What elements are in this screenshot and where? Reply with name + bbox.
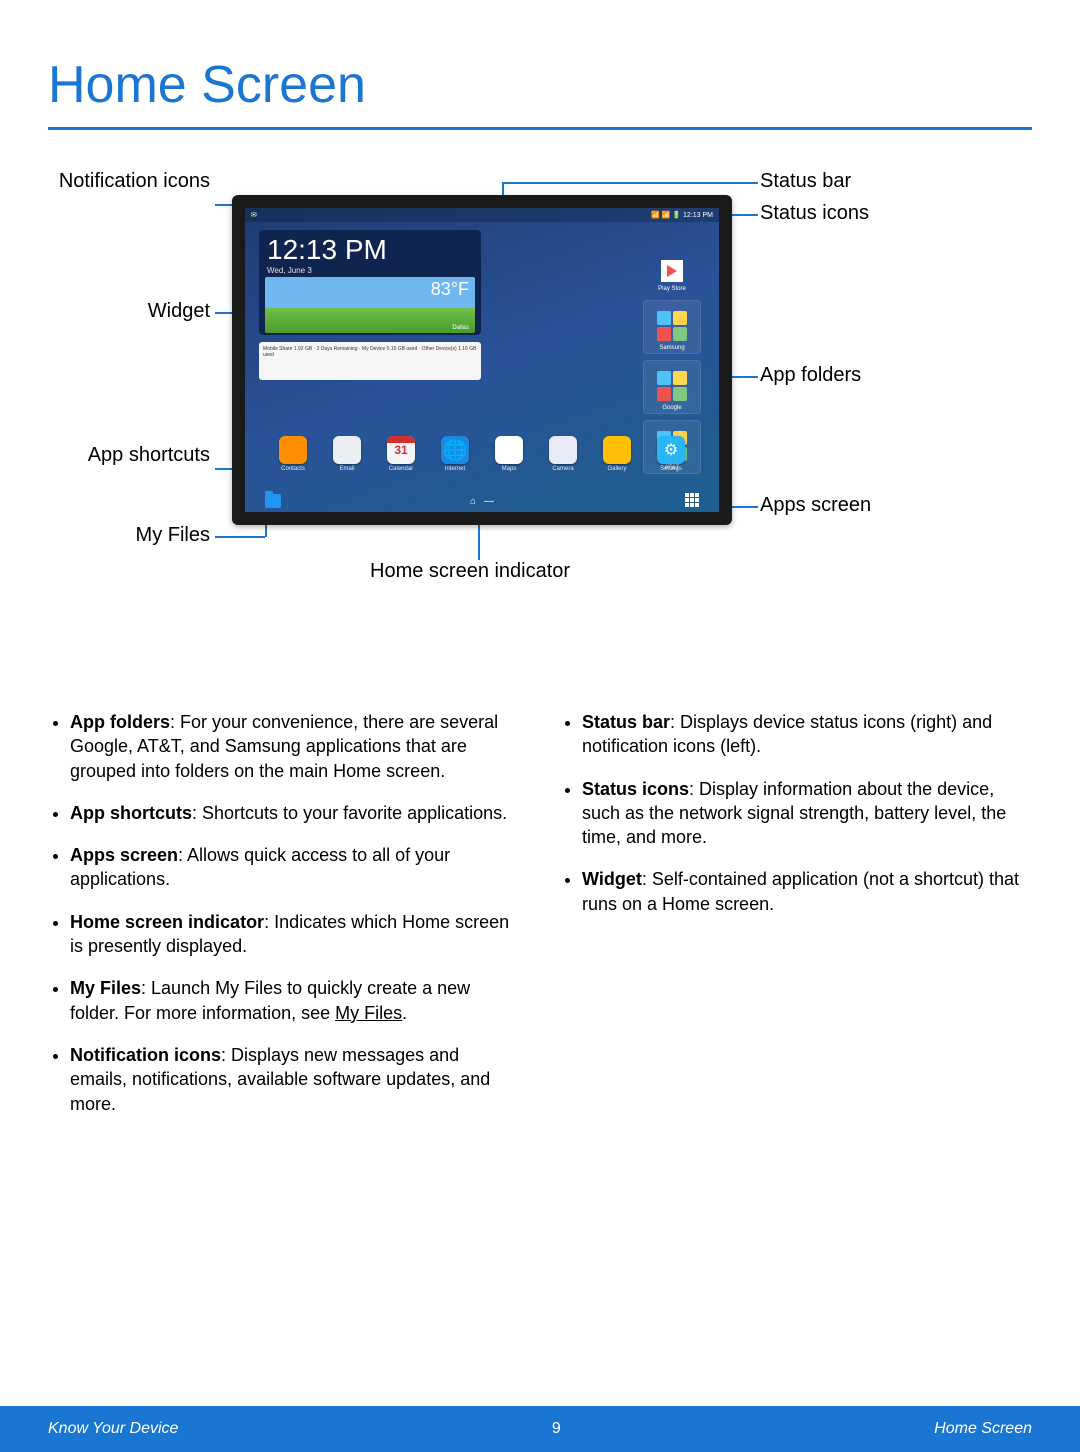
play-store-shortcut: Play Store bbox=[643, 248, 701, 294]
callout-status-bar: Status bar bbox=[760, 170, 851, 193]
widget-weather-image: 83°F Dallas bbox=[265, 277, 475, 333]
folder-icon bbox=[657, 311, 687, 341]
folder-label: Play Store bbox=[643, 286, 701, 292]
maps-shortcut: Maps bbox=[491, 436, 527, 486]
settings-shortcut: ⚙ Settings bbox=[653, 436, 689, 486]
google-folder: Google bbox=[643, 360, 701, 414]
dock-label: Email bbox=[339, 466, 354, 472]
apps-screen-icon bbox=[685, 493, 699, 507]
page-footer: Know Your Device 9 Home Screen bbox=[0, 1406, 1080, 1452]
right-column: Status bar: Displays device status icons… bbox=[560, 710, 1032, 1134]
folder-label: Google bbox=[644, 405, 700, 411]
folder-label: Samsung bbox=[644, 345, 700, 351]
gallery-icon bbox=[603, 436, 631, 464]
callout-notification-icons: Notification icons bbox=[40, 170, 210, 193]
callout-home-indicator: Home screen indicator bbox=[370, 560, 570, 583]
title-underline bbox=[48, 127, 1032, 130]
maps-icon bbox=[495, 436, 523, 464]
dock-label: Gallery bbox=[607, 466, 626, 472]
list-item: Home screen indicator: Indicates which H… bbox=[70, 910, 520, 959]
list-item: Status bar: Displays device status icons… bbox=[582, 710, 1032, 759]
status-icons-area: 📶 📶 🔋 12:13 PM bbox=[651, 211, 713, 219]
callout-my-files: My Files bbox=[40, 524, 210, 547]
camera-shortcut: Camera bbox=[545, 436, 581, 486]
list-item: App shortcuts: Shortcuts to your favorit… bbox=[70, 801, 520, 825]
dock-label: Calendar bbox=[389, 466, 413, 472]
nav-row: ⌂— bbox=[245, 490, 719, 512]
footer-left: Know Your Device bbox=[48, 1420, 178, 1438]
camera-icon bbox=[549, 436, 577, 464]
footer-right: Home Screen bbox=[934, 1420, 1032, 1438]
list-item: My Files: Launch My Files to quickly cre… bbox=[70, 976, 520, 1025]
page-title: Home Screen bbox=[48, 55, 1080, 115]
list-item: Widget: Self-contained application (not … bbox=[582, 867, 1032, 916]
folder-icon bbox=[657, 371, 687, 401]
gear-icon: ⚙ bbox=[657, 436, 685, 464]
notification-icons-area: ✉ bbox=[251, 211, 257, 219]
samsung-folder: Samsung bbox=[643, 300, 701, 354]
list-item: Status icons: Display information about … bbox=[582, 777, 1032, 850]
my-files-icon bbox=[265, 494, 281, 508]
calendar-icon: 31 bbox=[387, 436, 415, 464]
callout-apps-screen: Apps screen bbox=[760, 494, 871, 517]
leader-line bbox=[502, 182, 758, 184]
data-usage-widget: Mobile Share 1.92 GB · 2 Days Remaining … bbox=[259, 342, 481, 380]
callout-status-icons: Status icons bbox=[760, 202, 869, 225]
list-item: App folders: For your convenience, there… bbox=[70, 710, 520, 783]
email-icon bbox=[333, 436, 361, 464]
app-dock: Contacts Email 31 Calendar 🌐 Internet Maps… bbox=[269, 436, 695, 486]
page-number: 9 bbox=[552, 1420, 561, 1438]
play-store-icon bbox=[661, 260, 683, 282]
dock-label: Internet bbox=[445, 466, 465, 472]
globe-icon: 🌐 bbox=[441, 436, 469, 464]
dock-label: Contacts bbox=[281, 466, 305, 472]
dock-label: Maps bbox=[502, 466, 517, 472]
callout-app-shortcuts: App shortcuts bbox=[40, 444, 210, 467]
dock-label: Camera bbox=[552, 466, 573, 472]
dock-label: Settings bbox=[660, 466, 682, 472]
calendar-shortcut: 31 Calendar bbox=[383, 436, 419, 486]
tablet-screen: ✉ 📶 📶 🔋 12:13 PM 12:13 PM Wed, June 3 83… bbox=[245, 208, 719, 512]
tablet-frame: ✉ 📶 📶 🔋 12:13 PM 12:13 PM Wed, June 3 83… bbox=[232, 195, 732, 525]
widget-location: Dallas bbox=[452, 325, 469, 331]
contacts-icon bbox=[279, 436, 307, 464]
status-bar: ✉ 📶 📶 🔋 12:13 PM bbox=[245, 208, 719, 222]
contacts-shortcut: Contacts bbox=[275, 436, 311, 486]
home-indicator: ⌂— bbox=[470, 496, 494, 507]
callout-app-folders: App folders bbox=[760, 364, 861, 387]
email-shortcut: Email bbox=[329, 436, 365, 486]
widget-temp: 83°F bbox=[431, 279, 469, 300]
widget-time: 12:13 PM bbox=[267, 234, 473, 266]
left-column: App folders: For your convenience, there… bbox=[48, 710, 520, 1134]
home-screen-diagram: Notification icons Widget App shortcuts … bbox=[40, 170, 1040, 640]
internet-shortcut: 🌐 Internet bbox=[437, 436, 473, 486]
list-item: Apps screen: Allows quick access to all … bbox=[70, 843, 520, 892]
clock-weather-widget: 12:13 PM Wed, June 3 83°F Dallas bbox=[259, 230, 481, 335]
description-columns: App folders: For your convenience, there… bbox=[0, 640, 1080, 1134]
my-files-link[interactable]: My Files bbox=[335, 1003, 402, 1023]
leader-line bbox=[215, 536, 265, 538]
callout-widget: Widget bbox=[40, 300, 210, 323]
gallery-shortcut: Gallery bbox=[599, 436, 635, 486]
list-item: Notification icons: Displays new message… bbox=[70, 1043, 520, 1116]
widget-date: Wed, June 3 bbox=[267, 266, 473, 275]
